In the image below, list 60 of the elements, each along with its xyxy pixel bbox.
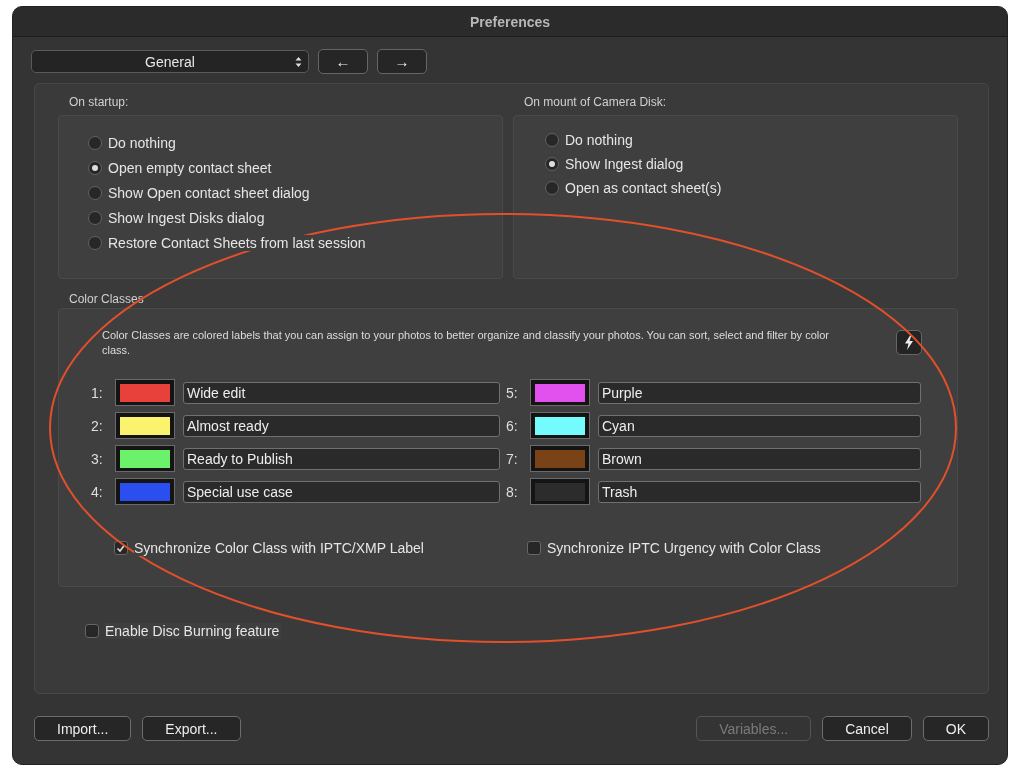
color-well[interactable]	[530, 379, 590, 406]
section-dropdown[interactable]: General	[31, 50, 309, 73]
window-title: Preferences	[469, 13, 551, 30]
checkbox[interactable]	[527, 540, 541, 555]
color-well[interactable]	[115, 379, 175, 406]
radio-button[interactable]	[88, 185, 102, 200]
radio-label: Open empty contact sheet	[108, 159, 274, 176]
class-number: 8:	[506, 483, 519, 500]
color-well[interactable]	[530, 412, 590, 439]
dialog-button[interactable]: OK	[922, 716, 989, 741]
radio-label: Do nothing	[565, 132, 635, 148]
color-well[interactable]	[530, 478, 590, 505]
back-button[interactable]: ←	[318, 49, 368, 74]
dialog-button[interactable]: Cancel	[822, 716, 912, 741]
class-number: 3:	[91, 450, 104, 467]
checkbox[interactable]	[85, 623, 99, 638]
color-well[interactable]	[115, 445, 175, 472]
radio-label: Show Ingest dialog	[565, 156, 686, 172]
class-number: 4:	[91, 483, 104, 500]
color-well[interactable]	[530, 445, 590, 472]
forward-button[interactable]: →	[377, 49, 427, 74]
class-name-field[interactable]: Brown	[598, 447, 921, 470]
description-text: Color Classes are colored labels that you can assign to your photos to better organize and classify your photos. You can sort, select and filter by color class.	[102, 328, 830, 358]
group-label: On startup:	[69, 95, 130, 110]
class-number: 2:	[91, 417, 104, 434]
class-name-field[interactable]: Trash	[598, 480, 921, 503]
radio-label: Restore Contact Sheets from last session	[108, 234, 368, 251]
radio-label: Show Ingest Disks dialog	[108, 209, 267, 226]
color-well[interactable]	[115, 412, 175, 439]
radio-label: Open as contact sheet(s)	[565, 180, 724, 196]
radio-button[interactable]	[545, 133, 559, 147]
class-number: 7:	[506, 450, 519, 467]
radio-button[interactable]	[88, 210, 102, 225]
group-label: On mount of Camera Disk:	[524, 95, 668, 110]
lightning-icon	[904, 335, 914, 350]
class-number: 5:	[506, 384, 519, 401]
updown-caret-icon	[295, 56, 302, 68]
dialog-button[interactable]: Import...	[34, 716, 132, 741]
dialog-button[interactable]: Export...	[142, 716, 241, 741]
radio-button[interactable]	[88, 235, 102, 250]
radio-button[interactable]	[88, 135, 102, 150]
checkbox-label: Enable Disc Burning feature	[105, 622, 282, 639]
class-name-field[interactable]: Almost ready	[183, 414, 500, 437]
class-number: 6:	[506, 417, 519, 434]
group-label: Color Classes	[69, 292, 145, 307]
class-number: 1:	[91, 384, 104, 401]
radio-label: Do nothing	[108, 134, 178, 151]
class-name-field[interactable]: Ready to Publish	[183, 447, 500, 470]
radio-button[interactable]	[545, 181, 559, 195]
color-well[interactable]	[115, 478, 175, 505]
radio-button[interactable]	[545, 157, 559, 171]
class-name-field[interactable]: Wide edit	[183, 381, 500, 404]
checkbox-label: Synchronize Color Class with IPTC/XMP Label	[134, 539, 426, 556]
class-name-field[interactable]: Purple	[598, 381, 921, 404]
radio-label: Show Open contact sheet dialog	[108, 184, 312, 201]
checkbox-label: Synchronize IPTC Urgency with Color Class	[547, 539, 823, 556]
class-name-field[interactable]: Cyan	[598, 414, 921, 437]
lightning-button[interactable]	[896, 330, 922, 355]
radio-button[interactable]	[88, 160, 102, 175]
class-name-field[interactable]: Special use case	[183, 480, 500, 503]
